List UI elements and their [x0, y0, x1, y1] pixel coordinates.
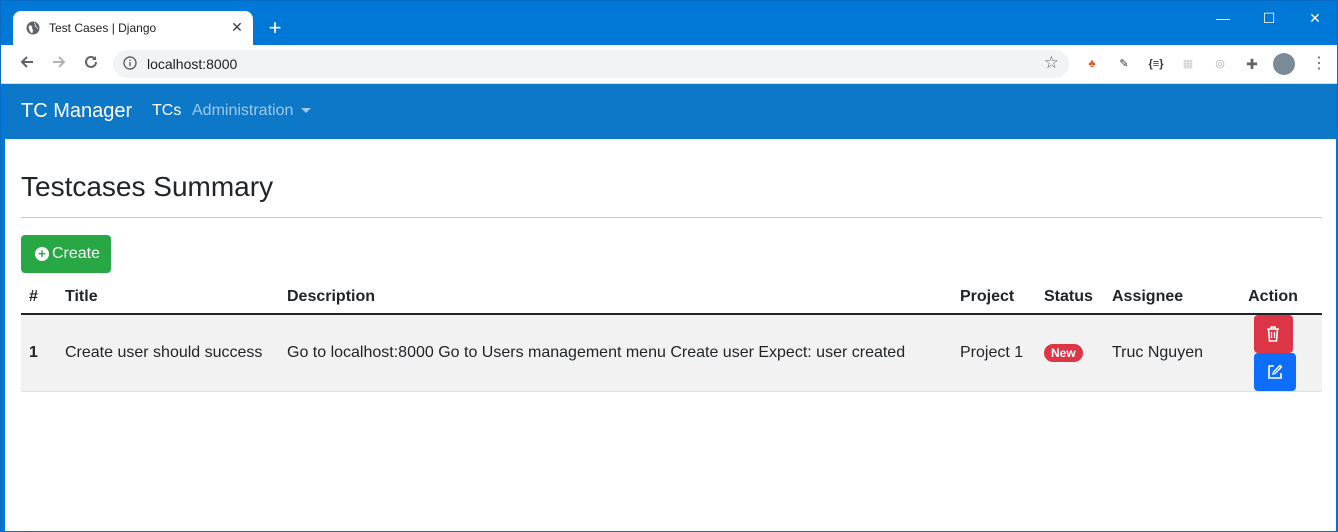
back-button[interactable] — [15, 52, 39, 76]
column-header-status: Status — [1036, 280, 1104, 315]
edit-icon — [1268, 364, 1283, 379]
puzzle-icon[interactable]: ✚ — [1243, 55, 1261, 73]
bookmark-star-icon[interactable]: ☆ — [1044, 53, 1059, 73]
column-header-action: Action — [1224, 280, 1322, 315]
browser-tab[interactable]: Test Cases | Django ✕ — [13, 11, 253, 45]
row-num: 1 — [21, 314, 57, 392]
row-title: Create user should success — [57, 314, 279, 392]
more-menu-icon[interactable]: ⋮ — [1311, 53, 1327, 73]
nav-item-administration[interactable]: Administration — [192, 102, 312, 120]
extension-circle-icon[interactable]: ◎ — [1211, 55, 1229, 73]
nav-item-tcs[interactable]: TCs — [152, 102, 181, 120]
row-status-cell: New — [1036, 314, 1104, 392]
address-bar[interactable]: localhost:8000 ☆ — [113, 50, 1069, 78]
title-bar: Test Cases | Django ✕ + — ☐ ✕ — [1, 1, 1337, 45]
arrow-right-icon — [53, 56, 66, 68]
table-header-row: # Title Description Project Status Assig… — [21, 280, 1322, 315]
trash-icon — [1267, 326, 1279, 342]
brand-link[interactable]: TC Manager — [21, 100, 132, 123]
column-header-description: Description — [279, 280, 952, 315]
reload-button[interactable] — [79, 52, 103, 76]
plus-circle-icon: + — [35, 247, 49, 261]
minimize-button[interactable]: — — [1201, 7, 1245, 29]
nav-item-administration-label: Administration — [192, 102, 294, 119]
row-project: Project 1 — [952, 314, 1036, 392]
column-header-project: Project — [952, 280, 1036, 315]
column-header-num: # — [21, 280, 57, 315]
browser-toolbar: localhost:8000 ☆ ♣ ✎ {≡} ▦ ◎ ✚ ⋮ — [1, 45, 1337, 84]
testcases-table: # Title Description Project Status Assig… — [21, 280, 1322, 392]
edit-button[interactable] — [1254, 353, 1296, 391]
status-badge: New — [1044, 344, 1083, 362]
maximize-button[interactable]: ☐ — [1247, 7, 1291, 29]
column-header-title: Title — [57, 280, 279, 315]
row-description: Go to localhost:8000 Go to Users managem… — [279, 314, 952, 392]
info-icon — [123, 56, 137, 70]
extension-square-icon[interactable]: ▦ — [1179, 55, 1197, 73]
forward-button[interactable] — [47, 52, 71, 76]
column-header-assignee: Assignee — [1104, 280, 1224, 315]
reload-icon — [85, 55, 97, 68]
row-assignee: Truc Nguyen — [1104, 314, 1224, 392]
profile-avatar[interactable] — [1273, 53, 1295, 75]
page-title: Testcases Summary — [21, 171, 274, 202]
divider — [21, 217, 1322, 218]
browser-window: Test Cases | Django ✕ + — ☐ ✕ localhost:… — [0, 0, 1338, 532]
tab-title: Test Cases | Django — [49, 21, 157, 35]
new-tab-button[interactable]: + — [264, 17, 286, 39]
close-window-button[interactable]: ✕ — [1293, 7, 1337, 29]
extension-sitemap-icon[interactable]: ♣ — [1083, 55, 1101, 73]
chevron-down-icon — [301, 108, 312, 114]
web-page: TC Manager TCs Administration Testcases … — [5, 84, 1336, 531]
app-navbar: TC Manager TCs Administration — [5, 84, 1336, 139]
row-actions — [1224, 314, 1322, 392]
eyedropper-icon[interactable]: ✎ — [1115, 55, 1133, 73]
globe-icon — [26, 21, 40, 35]
tab-close-icon[interactable]: ✕ — [229, 19, 245, 35]
create-button[interactable]: + Create — [21, 235, 111, 273]
url-text: localhost:8000 — [147, 56, 238, 72]
arrow-left-icon — [20, 56, 33, 68]
create-button-label: Create — [52, 245, 101, 262]
json-viewer-icon[interactable]: {≡} — [1147, 55, 1165, 73]
table-row: 1 Create user should success Go to local… — [21, 314, 1322, 392]
delete-button[interactable] — [1253, 315, 1293, 353]
